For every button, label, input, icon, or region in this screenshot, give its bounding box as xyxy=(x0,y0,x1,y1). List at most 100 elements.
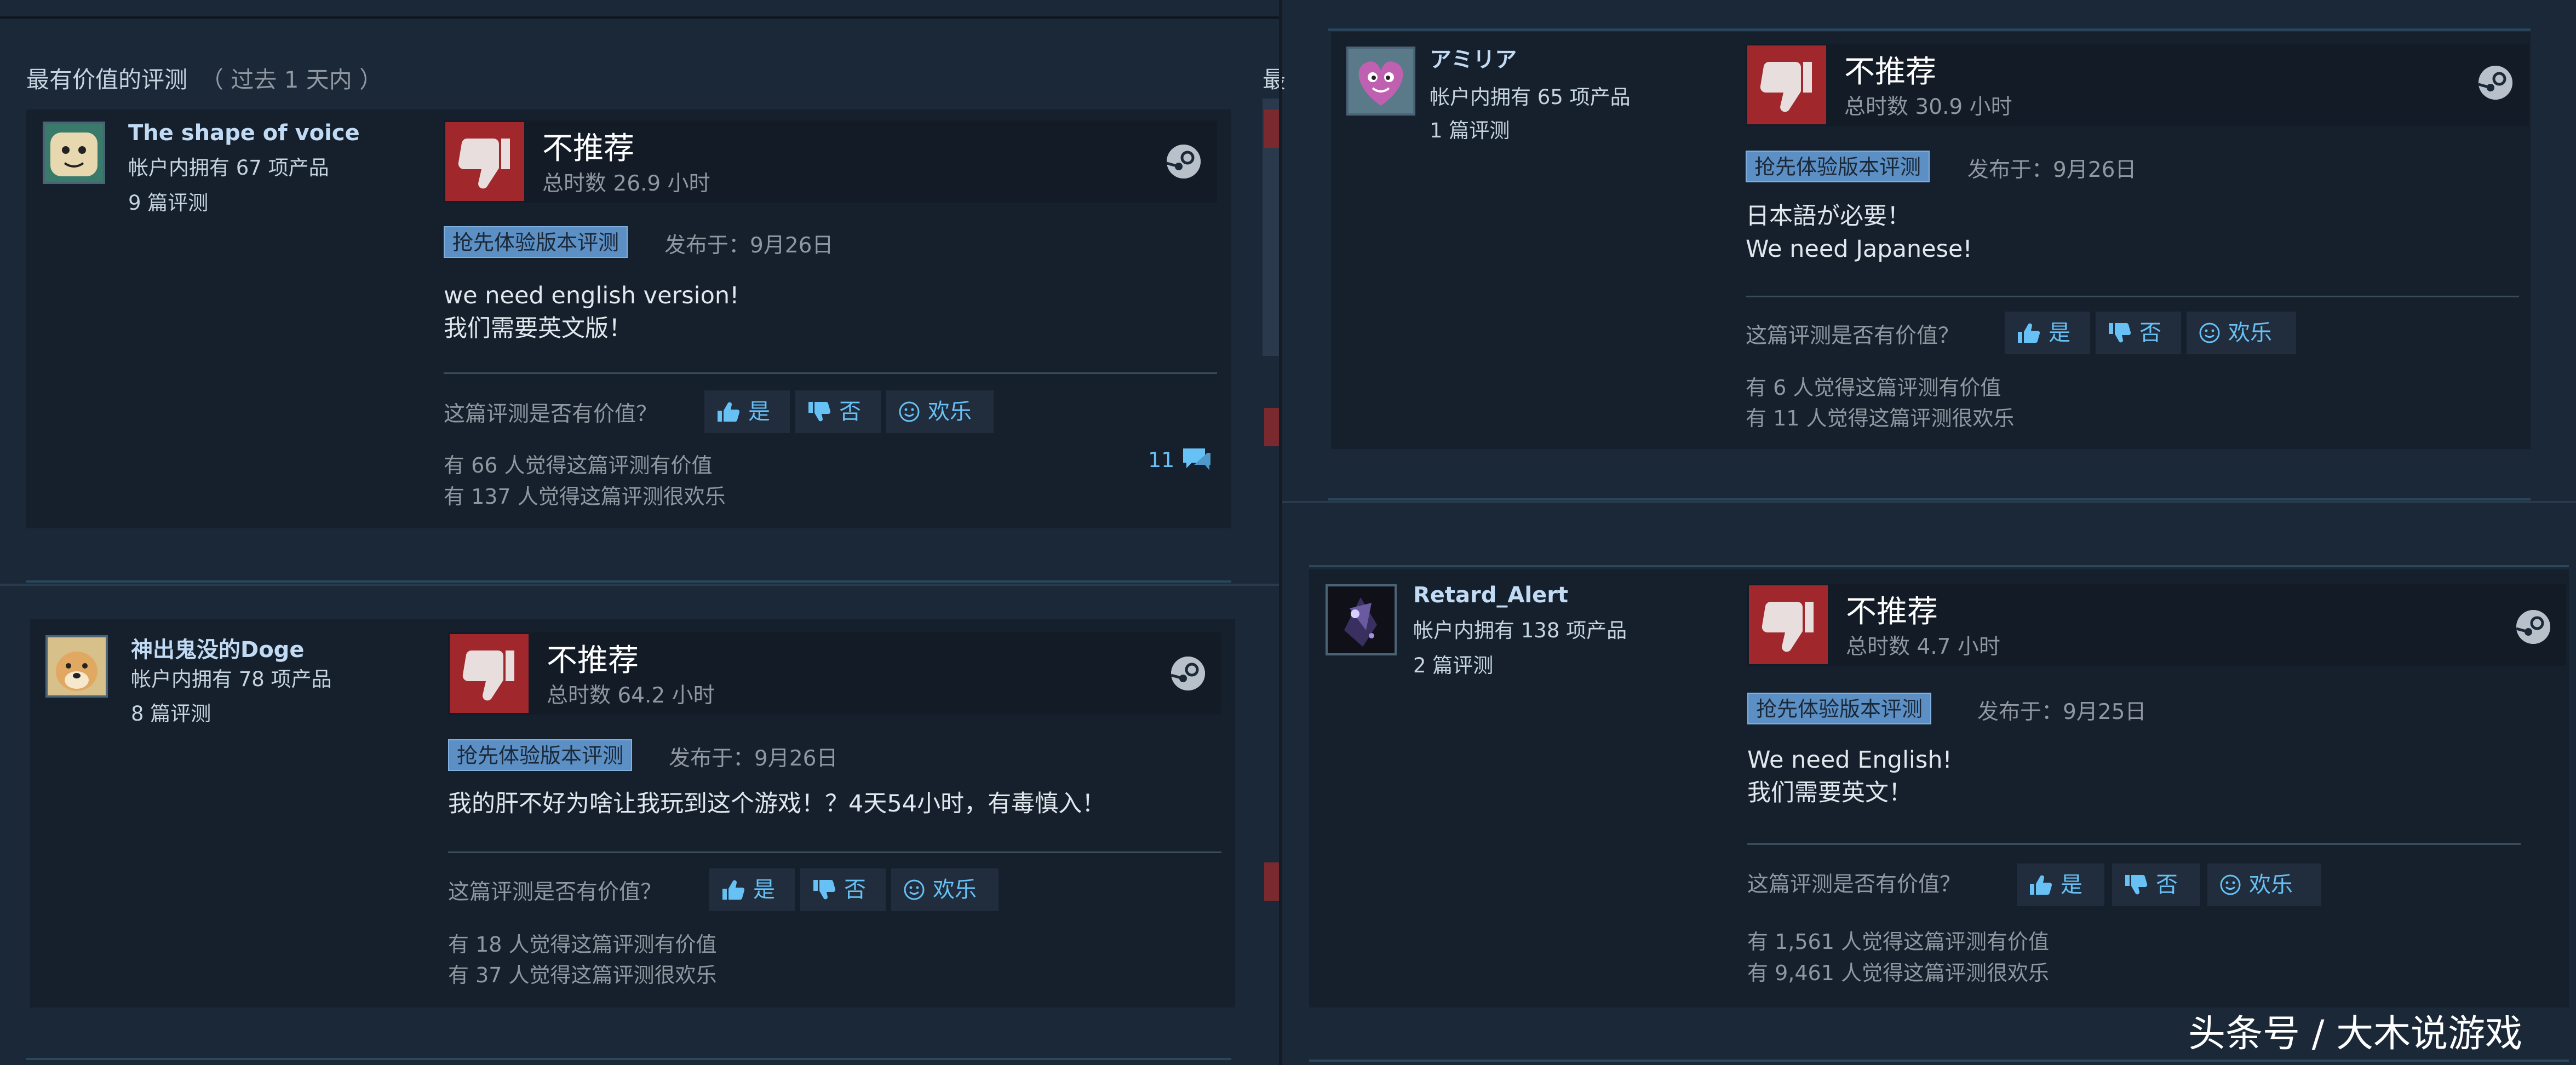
steam-logo-icon xyxy=(2478,66,2512,100)
verdict-label: 不推荐 xyxy=(542,131,634,166)
helpful-question: 这篇评测是否有价值？ xyxy=(1746,324,1960,348)
thumbs-up-icon xyxy=(718,402,740,422)
reviewer-review-count[interactable]: 9 篇评测 xyxy=(128,186,208,220)
vote-funny-button[interactable]: 欢乐 xyxy=(2187,312,2296,354)
playtime: 总时数 26.9 小时 xyxy=(542,171,710,196)
vote-yes-label: 是 xyxy=(2049,320,2070,346)
avatar-image xyxy=(1349,49,1413,113)
early-access-badge: 抢先体验版本评测 xyxy=(448,739,633,771)
playtime: 总时数 30.9 小时 xyxy=(1844,95,2012,119)
vote-funny-button[interactable]: 欢乐 xyxy=(891,868,999,911)
helpful-question: 这篇评测是否有价值？ xyxy=(448,880,662,905)
vote-no-button[interactable]: 否 xyxy=(2112,863,2200,906)
thumbs-down-icon xyxy=(813,879,836,900)
vote-yes-button[interactable]: 是 xyxy=(704,390,790,433)
reviewer-name[interactable]: Retard_Alert xyxy=(1413,583,1568,608)
reviewer-review-count[interactable]: 8 篇评测 xyxy=(131,697,211,731)
thumbs-down-icon xyxy=(1747,45,1826,124)
section-title: 最有价值的评测 （ 过去 1 天内 ） xyxy=(26,61,382,95)
thumbs-up-icon xyxy=(722,880,745,900)
verdict-label: 不推荐 xyxy=(1846,594,1938,630)
posted-date: 发布于：9月26日 xyxy=(1967,158,2137,182)
posted-date: 发布于：9月26日 xyxy=(669,746,838,771)
avatar[interactable] xyxy=(1346,47,1415,116)
reviewer-name[interactable]: アミリア xyxy=(1430,42,1517,73)
funny-count: 有 9,461 人觉得这篇评测很欢乐 xyxy=(1747,961,2049,985)
review-text: 日本語が必要！ We need Japanese! xyxy=(1746,203,1972,263)
playtime: 总时数 64.2 小时 xyxy=(547,683,715,708)
vote-yes-button[interactable]: 是 xyxy=(709,868,795,911)
thumbs-down-icon xyxy=(2125,874,2148,895)
avatar-image xyxy=(45,124,103,182)
vote-no-button[interactable]: 否 xyxy=(800,868,886,911)
smiley-icon xyxy=(2199,323,2220,343)
thumbs-down-icon xyxy=(450,634,529,713)
vote-funny-label: 欢乐 xyxy=(928,399,972,424)
vote-no-label: 否 xyxy=(2139,320,2161,346)
reviewer-products[interactable]: 帐户内拥有 65 项产品 xyxy=(1430,80,1631,114)
review-text: We need English! 我们需要英文！ xyxy=(1747,746,1952,807)
reviewer-name[interactable]: The shape of voice xyxy=(128,120,360,146)
section-title-sub: （ 过去 1 天内 ） xyxy=(200,66,383,93)
vote-no-button[interactable]: 否 xyxy=(795,390,881,433)
posted-date: 发布于：9月26日 xyxy=(664,233,834,258)
vote-yes-button[interactable]: 是 xyxy=(2005,312,2090,354)
review-text: we need english version! 我们需要英文版！ xyxy=(444,282,739,342)
steam-logo-icon xyxy=(1171,657,1205,690)
playtime: 总时数 4.7 小时 xyxy=(1846,635,2000,659)
comment-count: 11 xyxy=(1148,448,1175,472)
smiley-icon xyxy=(2220,874,2241,895)
steam-logo-icon xyxy=(2516,610,2550,644)
early-access-badge: 抢先体验版本评测 xyxy=(1746,151,1930,182)
steam-logo-icon xyxy=(1166,145,1201,179)
vote-header[interactable]: 不推荐 总时数 30.9 小时 xyxy=(1746,44,2529,126)
funny-count: 有 11 人觉得这篇评测很欢乐 xyxy=(1746,406,2015,430)
vote-yes-label: 是 xyxy=(2061,872,2082,897)
verdict-label: 不推荐 xyxy=(1844,54,1936,90)
reviewer-name[interactable]: 神出鬼没的Doge xyxy=(131,632,304,664)
thumbs-up-icon xyxy=(2030,875,2052,895)
helpful-count: 有 66 人觉得这篇评测有价值 xyxy=(444,453,713,477)
vote-funny-button[interactable]: 欢乐 xyxy=(2207,863,2321,906)
review-card: The shape of voice 帐户内拥有 67 项产品 9 篇评测 不推… xyxy=(26,110,1231,528)
thumbs-up-icon xyxy=(2018,323,2040,343)
thumbs-down-icon xyxy=(808,401,831,422)
reviewer-review-count[interactable]: 2 篇评测 xyxy=(1413,649,1493,683)
vote-yes-label: 是 xyxy=(753,877,775,902)
helpful-count: 有 6 人觉得这篇评测有价值 xyxy=(1746,376,2001,400)
reviewer-products[interactable]: 帐户内拥有 67 项产品 xyxy=(128,151,329,185)
vote-header[interactable]: 不推荐 总时数 64.2 小时 xyxy=(448,632,1221,715)
vote-no-label: 否 xyxy=(839,399,861,424)
review-text: 我的肝不好为啥让我玩到这个游戏！？4天54小时，有毒慎入！ xyxy=(448,790,1106,818)
vote-header[interactable]: 不推荐 总时数 26.9 小时 xyxy=(444,120,1217,203)
vote-no-label: 否 xyxy=(2156,872,2178,897)
review-card: 神出鬼没的Doge 帐户内拥有 78 项产品 8 篇评测 不推荐 总时数 64.… xyxy=(30,619,1235,1008)
avatar-image xyxy=(1328,586,1395,653)
avatar[interactable] xyxy=(43,122,105,184)
avatar[interactable] xyxy=(45,635,108,698)
verdict-label: 不推荐 xyxy=(547,643,639,678)
funny-count: 有 137 人觉得这篇评测很欢乐 xyxy=(444,485,726,509)
thumbs-down-icon xyxy=(445,122,524,201)
vote-yes-button[interactable]: 是 xyxy=(2017,863,2104,906)
thumbs-down-icon xyxy=(2109,323,2131,343)
early-access-badge: 抢先体验版本评测 xyxy=(444,226,628,258)
avatar-image xyxy=(48,637,106,695)
vote-no-button[interactable]: 否 xyxy=(2096,312,2181,354)
reviewer-review-count[interactable]: 1 篇评测 xyxy=(1430,114,1510,148)
vote-funny-label: 欢乐 xyxy=(2249,872,2293,897)
helpful-count: 有 18 人觉得这篇评测有价值 xyxy=(448,932,717,957)
comment-icon xyxy=(1183,448,1211,470)
smiley-icon xyxy=(899,401,920,422)
reviewer-products[interactable]: 帐户内拥有 78 项产品 xyxy=(131,663,332,696)
vote-funny-label: 欢乐 xyxy=(2228,320,2272,346)
helpful-question: 这篇评测是否有价值？ xyxy=(444,402,658,427)
early-access-badge: 抢先体验版本评测 xyxy=(1747,693,1932,724)
reviewer-products[interactable]: 帐户内拥有 138 项产品 xyxy=(1413,614,1627,648)
vote-funny-button[interactable]: 欢乐 xyxy=(886,390,994,433)
avatar[interactable] xyxy=(1326,584,1397,655)
smiley-icon xyxy=(904,879,925,900)
vote-header[interactable]: 不推荐 总时数 4.7 小时 xyxy=(1747,584,2566,666)
review-card: Retard_Alert 帐户内拥有 138 项产品 2 篇评测 不推荐 总时数… xyxy=(1309,569,2569,1008)
comments-link[interactable]: 11 xyxy=(1148,446,1212,474)
